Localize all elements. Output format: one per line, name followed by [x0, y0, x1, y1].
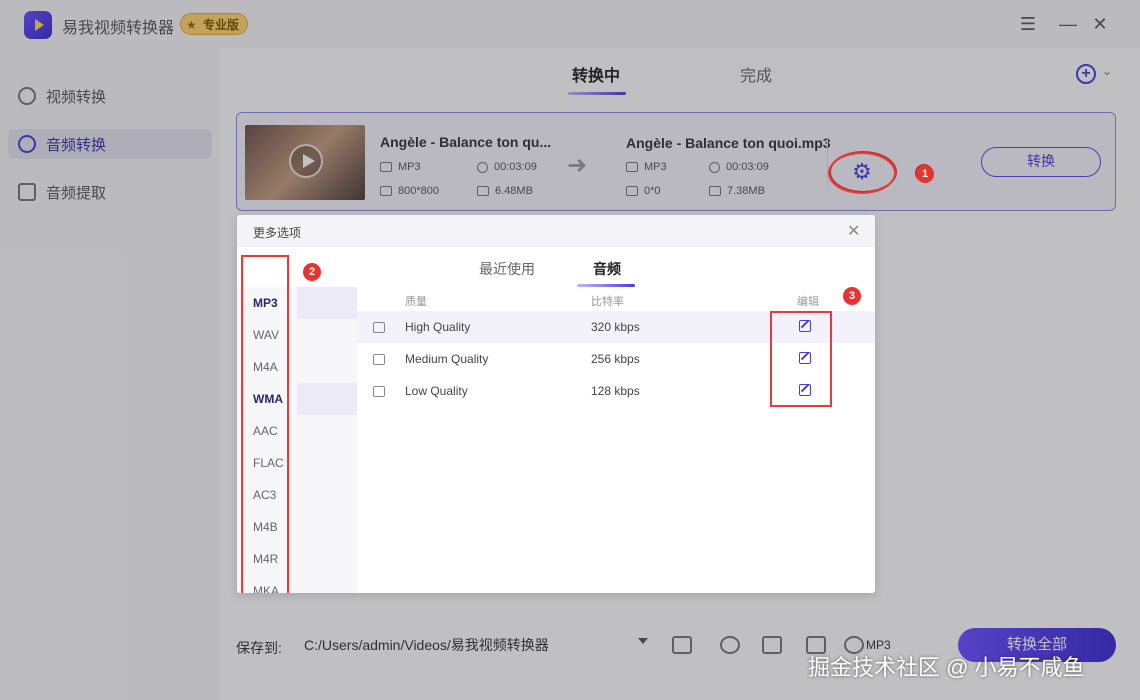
quality-bitrate: 128 kbps: [591, 384, 640, 398]
annotation-badge-2: 2: [303, 263, 321, 281]
column-header-quality: 质量: [405, 296, 427, 308]
close-icon[interactable]: ✕: [847, 221, 860, 241]
tab-recent[interactable]: 最近使用: [479, 259, 535, 279]
annotation-badge-1-top: 1: [916, 165, 934, 183]
more-options-dialog: 更多选项 ✕ 最近使用 音频 MP3 WAV M4A WMA AAC FLAC …: [237, 215, 875, 593]
quality-bitrate: 256 kbps: [591, 352, 640, 366]
audio-wave-icon: [373, 386, 385, 397]
dialog-header: 更多选项 ✕: [237, 215, 875, 247]
tab-audio[interactable]: 音频: [593, 259, 621, 279]
audio-wave-icon: [373, 322, 385, 333]
quality-bitrate: 320 kbps: [591, 320, 640, 334]
quality-name: Low Quality: [405, 384, 468, 398]
annotation-badge-3: 3: [843, 287, 861, 305]
watermark: 掘金技术社区 @ 小易不咸鱼: [808, 655, 1085, 680]
column-header-edit: 编辑: [797, 296, 819, 308]
dialog-title: 更多选项: [253, 226, 302, 240]
annotation-highlight-ellipse-top: [828, 152, 896, 194]
column-header-bitrate: 比特率: [591, 296, 624, 308]
format-highlight: [297, 287, 357, 319]
quality-name: High Quality: [405, 320, 471, 334]
annotation-box-formats: [241, 255, 289, 593]
quality-name: Medium Quality: [405, 352, 489, 366]
format-highlight: [297, 383, 357, 415]
audio-wave-icon: [373, 354, 385, 365]
annotation-box-edit: [770, 311, 832, 407]
